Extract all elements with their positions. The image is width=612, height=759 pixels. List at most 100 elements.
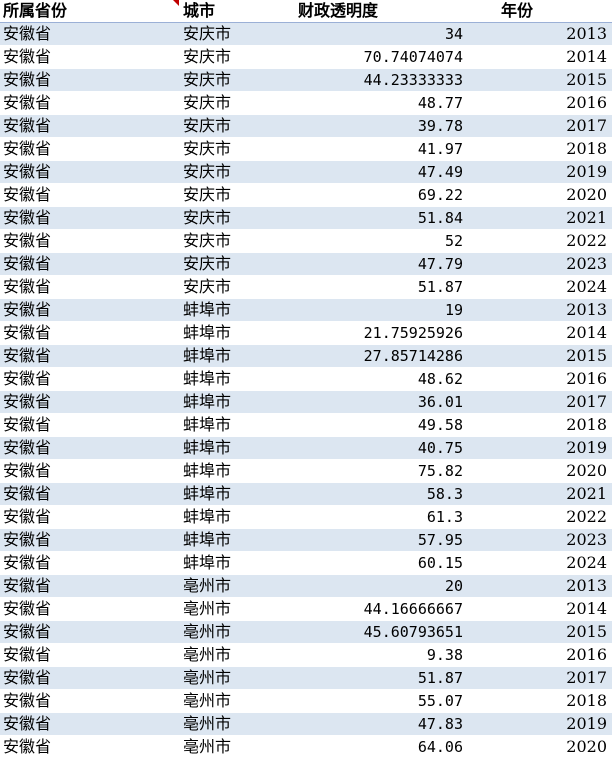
cell-province[interactable]: 安徽省 bbox=[0, 644, 179, 666]
cell-transparency[interactable]: 51.87 bbox=[294, 667, 467, 689]
cell-city[interactable]: 蚌埠市 bbox=[179, 552, 294, 574]
cell-province[interactable]: 安徽省 bbox=[0, 552, 179, 574]
cell-transparency[interactable]: 47.83 bbox=[294, 713, 467, 735]
cell-year[interactable]: 2016 bbox=[467, 92, 611, 114]
cell-province[interactable]: 安徽省 bbox=[0, 391, 179, 413]
cell-city[interactable]: 蚌埠市 bbox=[179, 529, 294, 551]
cell-transparency[interactable]: 44.23333333 bbox=[294, 69, 467, 91]
cell-year[interactable]: 2018 bbox=[467, 414, 611, 436]
cell-transparency[interactable]: 47.79 bbox=[294, 253, 467, 275]
cell-transparency[interactable]: 36.01 bbox=[294, 391, 467, 413]
cell-year[interactable]: 2024 bbox=[467, 552, 611, 574]
cell-city[interactable]: 蚌埠市 bbox=[179, 414, 294, 436]
cell-year[interactable]: 2022 bbox=[467, 506, 611, 528]
cell-year[interactable]: 2020 bbox=[467, 460, 611, 482]
cell-transparency[interactable]: 60.15 bbox=[294, 552, 467, 574]
cell-city[interactable]: 亳州市 bbox=[179, 690, 294, 712]
cell-city[interactable]: 蚌埠市 bbox=[179, 460, 294, 482]
cell-year[interactable]: 2017 bbox=[467, 667, 611, 689]
cell-city[interactable]: 安庆市 bbox=[179, 276, 294, 298]
cell-province[interactable]: 安徽省 bbox=[0, 161, 179, 183]
cell-year[interactable]: 2014 bbox=[467, 46, 611, 68]
cell-province[interactable]: 安徽省 bbox=[0, 598, 179, 620]
cell-year[interactable]: 2023 bbox=[467, 529, 611, 551]
cell-city[interactable]: 蚌埠市 bbox=[179, 299, 294, 321]
cell-year[interactable]: 2021 bbox=[467, 483, 611, 505]
cell-transparency[interactable]: 49.58 bbox=[294, 414, 467, 436]
cell-transparency[interactable]: 39.78 bbox=[294, 115, 467, 137]
cell-transparency[interactable]: 41.97 bbox=[294, 138, 467, 160]
cell-city[interactable]: 安庆市 bbox=[179, 46, 294, 68]
cell-year[interactable]: 2017 bbox=[467, 115, 611, 137]
cell-year[interactable]: 2014 bbox=[467, 322, 611, 344]
cell-province[interactable]: 安徽省 bbox=[0, 207, 179, 229]
cell-year[interactable]: 2020 bbox=[467, 736, 611, 758]
cell-city[interactable]: 亳州市 bbox=[179, 644, 294, 666]
cell-transparency[interactable]: 52 bbox=[294, 230, 467, 252]
cell-city[interactable]: 亳州市 bbox=[179, 736, 294, 758]
cell-transparency[interactable]: 9.38 bbox=[294, 644, 467, 666]
cell-transparency[interactable]: 51.84 bbox=[294, 207, 467, 229]
cell-city[interactable]: 亳州市 bbox=[179, 667, 294, 689]
cell-transparency[interactable]: 51.87 bbox=[294, 276, 467, 298]
cell-transparency[interactable]: 34 bbox=[294, 23, 467, 45]
column-header-city[interactable]: 城市 bbox=[179, 0, 294, 22]
cell-year[interactable]: 2019 bbox=[467, 713, 611, 735]
cell-province[interactable]: 安徽省 bbox=[0, 230, 179, 252]
cell-transparency[interactable]: 47.49 bbox=[294, 161, 467, 183]
cell-province[interactable]: 安徽省 bbox=[0, 138, 179, 160]
cell-city[interactable]: 安庆市 bbox=[179, 69, 294, 91]
cell-city[interactable]: 亳州市 bbox=[179, 575, 294, 597]
cell-year[interactable]: 2021 bbox=[467, 207, 611, 229]
cell-province[interactable]: 安徽省 bbox=[0, 690, 179, 712]
cell-city[interactable]: 亳州市 bbox=[179, 598, 294, 620]
cell-province[interactable]: 安徽省 bbox=[0, 621, 179, 643]
cell-transparency[interactable]: 44.16666667 bbox=[294, 598, 467, 620]
cell-city[interactable]: 蚌埠市 bbox=[179, 391, 294, 413]
cell-province[interactable]: 安徽省 bbox=[0, 322, 179, 344]
cell-province[interactable]: 安徽省 bbox=[0, 115, 179, 137]
cell-province[interactable]: 安徽省 bbox=[0, 299, 179, 321]
cell-province[interactable]: 安徽省 bbox=[0, 506, 179, 528]
cell-transparency[interactable]: 69.22 bbox=[294, 184, 467, 206]
cell-transparency[interactable]: 20 bbox=[294, 575, 467, 597]
cell-year[interactable]: 2019 bbox=[467, 437, 611, 459]
cell-city[interactable]: 蚌埠市 bbox=[179, 437, 294, 459]
cell-province[interactable]: 安徽省 bbox=[0, 184, 179, 206]
cell-province[interactable]: 安徽省 bbox=[0, 414, 179, 436]
cell-year[interactable]: 2015 bbox=[467, 345, 611, 367]
cell-transparency[interactable]: 70.74074074 bbox=[294, 46, 467, 68]
cell-province[interactable]: 安徽省 bbox=[0, 46, 179, 68]
cell-year[interactable]: 2024 bbox=[467, 276, 611, 298]
cell-transparency[interactable]: 58.3 bbox=[294, 483, 467, 505]
cell-city[interactable]: 安庆市 bbox=[179, 184, 294, 206]
cell-year[interactable]: 2015 bbox=[467, 621, 611, 643]
cell-year[interactable]: 2016 bbox=[467, 368, 611, 390]
column-header-province[interactable]: 所属省份 bbox=[0, 0, 179, 22]
cell-transparency[interactable]: 40.75 bbox=[294, 437, 467, 459]
cell-province[interactable]: 安徽省 bbox=[0, 437, 179, 459]
cell-city[interactable]: 亳州市 bbox=[179, 713, 294, 735]
cell-city[interactable]: 安庆市 bbox=[179, 161, 294, 183]
cell-year[interactable]: 2018 bbox=[467, 690, 611, 712]
cell-year[interactable]: 2013 bbox=[467, 575, 611, 597]
cell-city[interactable]: 蚌埠市 bbox=[179, 368, 294, 390]
cell-city[interactable]: 蚌埠市 bbox=[179, 322, 294, 344]
cell-transparency[interactable]: 27.85714286 bbox=[294, 345, 467, 367]
cell-province[interactable]: 安徽省 bbox=[0, 69, 179, 91]
cell-transparency[interactable]: 75.82 bbox=[294, 460, 467, 482]
cell-city[interactable]: 蚌埠市 bbox=[179, 483, 294, 505]
cell-city[interactable]: 安庆市 bbox=[179, 138, 294, 160]
cell-province[interactable]: 安徽省 bbox=[0, 713, 179, 735]
cell-year[interactable]: 2018 bbox=[467, 138, 611, 160]
cell-transparency[interactable]: 21.75925926 bbox=[294, 322, 467, 344]
cell-transparency[interactable]: 55.07 bbox=[294, 690, 467, 712]
cell-transparency[interactable]: 57.95 bbox=[294, 529, 467, 551]
cell-province[interactable]: 安徽省 bbox=[0, 92, 179, 114]
cell-year[interactable]: 2022 bbox=[467, 230, 611, 252]
cell-year[interactable]: 2015 bbox=[467, 69, 611, 91]
cell-year[interactable]: 2016 bbox=[467, 644, 611, 666]
cell-province[interactable]: 安徽省 bbox=[0, 483, 179, 505]
cell-transparency[interactable]: 48.62 bbox=[294, 368, 467, 390]
cell-province[interactable]: 安徽省 bbox=[0, 253, 179, 275]
